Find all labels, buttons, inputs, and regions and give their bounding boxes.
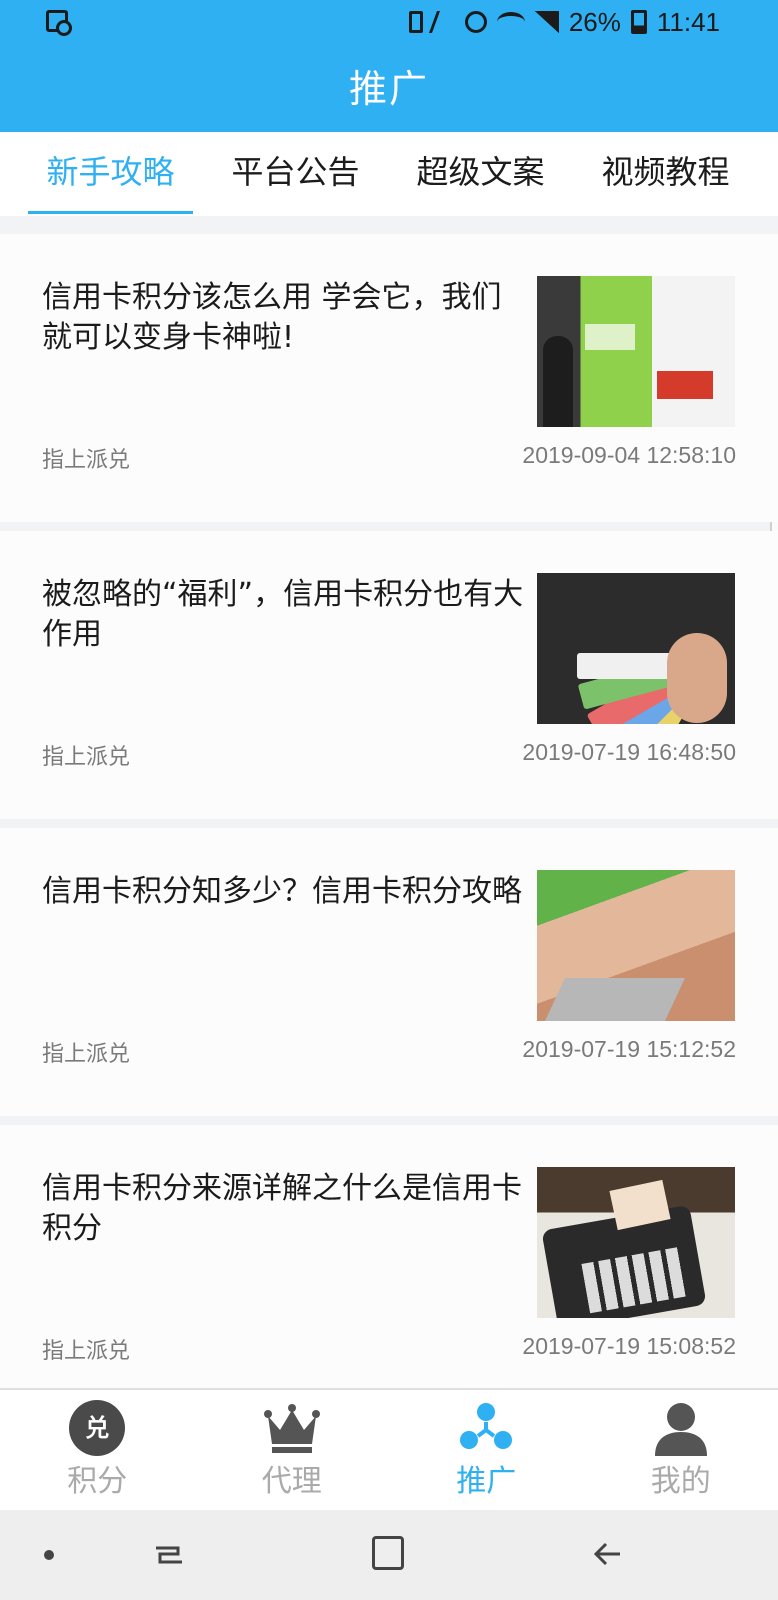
page-title: 推广 (348, 67, 429, 111)
article-thumbnail (537, 573, 735, 724)
back-icon[interactable] (590, 1536, 626, 1572)
battery-saver-icon (408, 11, 423, 33)
article-date: 2019-07-19 16:48:50 (522, 739, 736, 765)
hide-nav-dot-icon[interactable] (44, 1550, 54, 1560)
app-header: 26% 11:41 推广 (0, 0, 778, 132)
article-title: 信用卡积分该怎么用 学会它，我们就可以变身卡神啦! (42, 280, 502, 355)
tab-super-copy[interactable]: 超级文案 (388, 132, 573, 216)
signal-icon (534, 11, 559, 33)
article-card[interactable]: 信用卡积分来源详解之什么是信用卡积分 指上派兑 2019-07-19 15:08… (0, 1125, 778, 1413)
article-source: 指上派兑 (42, 1339, 131, 1364)
nav-label: 我的 (650, 1464, 711, 1499)
article-thumbnail (537, 276, 735, 427)
system-nav-bar (0, 1510, 778, 1600)
screenshot-icon (46, 10, 72, 36)
tab-video-tutorial[interactable]: 视频教程 (573, 132, 758, 216)
article-card[interactable]: 信用卡积分知多少？信用卡积分攻略 指上派兑 2019-07-19 15:12:5… (0, 828, 778, 1116)
article-title: 信用卡积分来源详解之什么是信用卡积分 (42, 1171, 522, 1246)
battery-icon (630, 10, 647, 34)
alarm-icon (464, 11, 487, 33)
battery-percent: 26% (568, 6, 621, 37)
article-date: 2019-07-19 15:12:52 (522, 1036, 736, 1062)
nav-item-promote[interactable]: 推广 (389, 1390, 584, 1510)
article-card[interactable]: 被忽略的“福利”，信用卡积分也有大作用 指上派兑 2019-07-19 16:4… (0, 531, 778, 819)
tab-platform-notice[interactable]: 平台公告 (203, 132, 388, 216)
article-source: 指上派兑 (42, 448, 131, 473)
nav-item-points[interactable]: 兑 积分 (0, 1390, 195, 1510)
mute-icon (428, 11, 459, 33)
status-icons: 26% 11:41 (408, 6, 720, 38)
recent-apps-icon[interactable] (152, 1538, 186, 1572)
nav-item-agent[interactable]: 代理 (195, 1390, 390, 1510)
article-thumbnail (537, 1167, 735, 1318)
article-thumbnail (537, 870, 735, 1021)
status-bar: 26% 11:41 (0, 0, 778, 44)
status-time: 11:41 (656, 6, 720, 37)
article-title: 被忽略的“福利”，信用卡积分也有大作用 (42, 577, 524, 652)
wifi-icon (496, 12, 525, 32)
nav-label: 积分 (67, 1464, 128, 1499)
bottom-nav: 兑 积分 代理 推广 我的 (0, 1388, 778, 1510)
user-icon (654, 1403, 707, 1456)
category-tabs: 新手攻略 平台公告 超级文案 视频教程 (0, 132, 778, 216)
nav-label: 推广 (456, 1464, 517, 1499)
dui-icon: 兑 (69, 1400, 126, 1456)
nav-label: 代理 (261, 1464, 322, 1499)
article-card[interactable]: 信用卡积分该怎么用 学会它，我们就可以变身卡神啦! 指上派兑 2019-09-0… (0, 234, 778, 522)
article-date: 2019-07-19 15:08:52 (522, 1333, 736, 1359)
nav-item-mine[interactable]: 我的 (584, 1390, 778, 1510)
crown-icon (263, 1404, 320, 1453)
tab-beginner-guide[interactable]: 新手攻略 (18, 132, 203, 216)
share-icon (460, 1403, 513, 1449)
article-source: 指上派兑 (42, 1042, 131, 1067)
article-title: 信用卡积分知多少？信用卡积分攻略 (42, 874, 522, 909)
home-icon[interactable] (372, 1536, 404, 1570)
article-source: 指上派兑 (42, 745, 131, 770)
article-date: 2019-09-04 12:58:10 (522, 442, 736, 468)
